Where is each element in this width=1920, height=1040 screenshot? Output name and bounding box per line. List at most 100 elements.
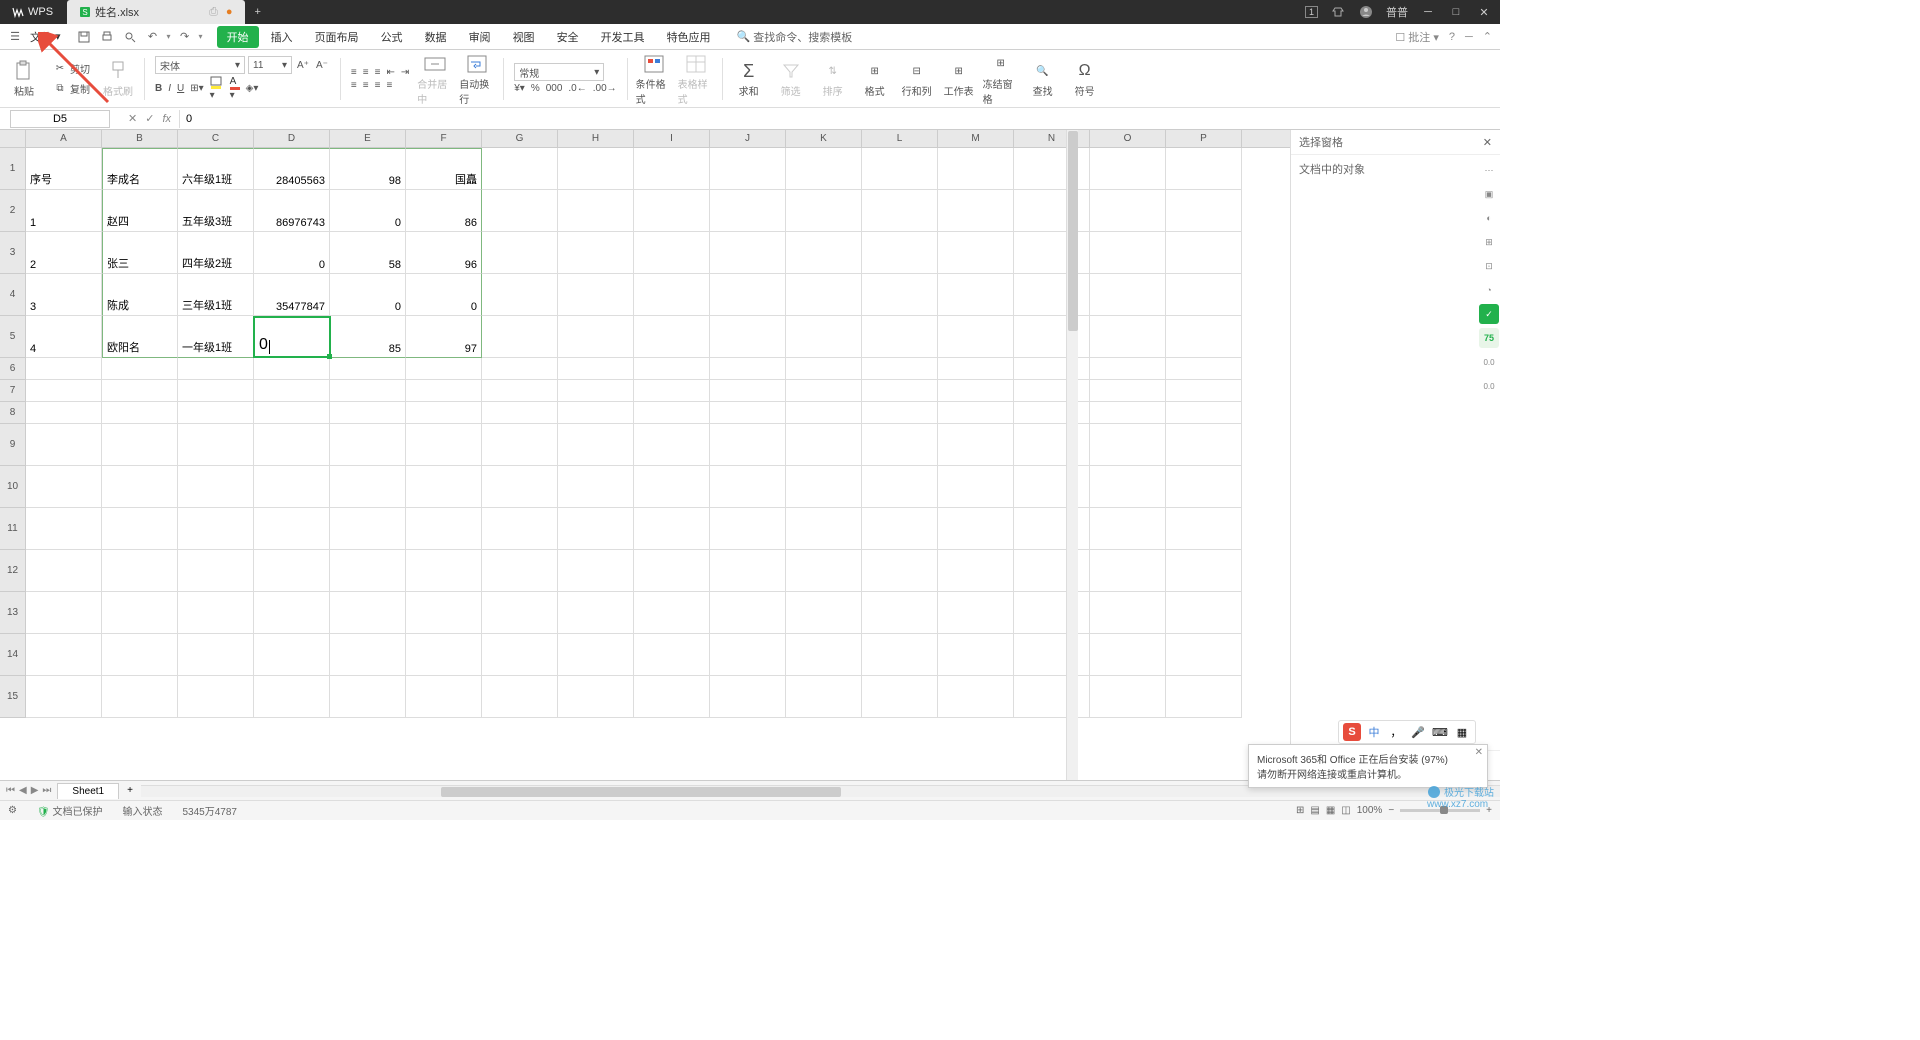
cell[interactable]: 张三 [102, 232, 178, 274]
align-right-button[interactable]: ≡ [375, 80, 381, 91]
italic-button[interactable]: I [168, 83, 171, 94]
freeze-button[interactable]: ⊞冻结窗格 [983, 52, 1019, 106]
cell[interactable] [710, 274, 786, 316]
cell[interactable] [558, 190, 634, 232]
cell[interactable] [1014, 148, 1090, 190]
cell[interactable] [26, 358, 102, 380]
ime-mic-icon[interactable]: 🎤 [1409, 723, 1427, 741]
cell[interactable]: 4 [26, 316, 102, 358]
minimize-button[interactable]: ─ [1420, 4, 1436, 20]
cell[interactable]: 欧阳名 [102, 316, 178, 358]
worksheet-button[interactable]: ⊞工作表 [941, 59, 977, 98]
cell[interactable] [634, 316, 710, 358]
format-button[interactable]: ⊞格式 [857, 59, 893, 98]
col-header[interactable]: H [558, 130, 634, 147]
cell[interactable] [938, 274, 1014, 316]
spreadsheet-grid[interactable]: A B C D E F G H I J K L M N O P 1 2 3 4 … [0, 130, 1290, 780]
cell[interactable]: 0 [406, 274, 482, 316]
auto-wrap-button[interactable]: 自动换行 [459, 52, 495, 106]
cell[interactable] [786, 316, 862, 358]
col-header[interactable]: I [634, 130, 710, 147]
tab-pin-icon[interactable]: ⎙ [209, 6, 218, 19]
row-header[interactable]: 3 [0, 232, 26, 274]
cell[interactable] [482, 316, 558, 358]
scrollbar-thumb[interactable] [1068, 131, 1078, 331]
settings-icon[interactable]: ⚙ [8, 805, 17, 816]
col-header[interactable]: D [254, 130, 330, 147]
hamburger-icon[interactable]: ☰ [6, 28, 24, 46]
tab-dev[interactable]: 开发工具 [591, 26, 655, 48]
percent-button[interactable]: % [531, 83, 540, 94]
align-left-button[interactable]: ≡ [351, 80, 357, 91]
fill-color-button[interactable]: ▾ [210, 76, 224, 101]
cell[interactable] [710, 232, 786, 274]
cell[interactable] [1014, 316, 1090, 358]
row-header[interactable]: 14 [0, 634, 26, 676]
row-header[interactable]: 6 [0, 358, 26, 380]
side-icon[interactable]: ⋯ [1479, 160, 1499, 180]
side-icon[interactable]: ▣ [1479, 184, 1499, 204]
cell[interactable] [862, 316, 938, 358]
col-header[interactable]: E [330, 130, 406, 147]
cell[interactable] [1166, 316, 1242, 358]
cell[interactable] [862, 274, 938, 316]
col-header[interactable]: G [482, 130, 558, 147]
row-col-button[interactable]: ⊟行和列 [899, 59, 935, 98]
note-button[interactable]: ☐ 批注 ▾ [1395, 29, 1439, 45]
row-header[interactable]: 15 [0, 676, 26, 718]
sheet-nav-prev-icon[interactable]: ◀ [19, 785, 27, 796]
help-icon[interactable]: ? [1449, 31, 1455, 43]
cell[interactable] [1166, 148, 1242, 190]
align-justify-button[interactable]: ≡ [386, 80, 392, 91]
decrease-font-button[interactable]: A⁻ [314, 56, 330, 74]
cell[interactable] [938, 148, 1014, 190]
row-header[interactable]: 10 [0, 466, 26, 508]
cell-active[interactable] [254, 316, 330, 358]
cell[interactable]: 陈成 [102, 274, 178, 316]
ime-panel-icon[interactable]: ▦ [1453, 723, 1471, 741]
vertical-scrollbar[interactable] [1066, 130, 1078, 780]
user-name[interactable]: 普普 [1386, 4, 1408, 20]
tab-special[interactable]: 特色应用 [657, 26, 721, 48]
tab-data[interactable]: 数据 [415, 26, 457, 48]
cell[interactable]: 国矗 [406, 148, 482, 190]
file-tab[interactable]: S 姓名.xlsx ⎙ ● [67, 0, 244, 24]
panel-close-icon[interactable]: ✕ [1483, 136, 1492, 149]
row-header[interactable]: 11 [0, 508, 26, 550]
cell[interactable] [482, 232, 558, 274]
zoom-level[interactable]: 100% [1357, 805, 1383, 816]
name-box[interactable]: D5 [10, 110, 110, 128]
cell[interactable] [558, 316, 634, 358]
add-tab-button[interactable]: + [245, 6, 271, 18]
cell[interactable]: 96 [406, 232, 482, 274]
confirm-edit-icon[interactable]: ✓ [145, 112, 154, 125]
align-bottom-button[interactable]: ≡ [375, 67, 381, 78]
cell[interactable]: 五年级3班 [178, 190, 254, 232]
row-header[interactable]: 5 [0, 316, 26, 358]
col-header[interactable]: M [938, 130, 1014, 147]
row-header[interactable]: 2 [0, 190, 26, 232]
formula-input[interactable] [179, 110, 1500, 128]
zoom-out-button[interactable]: − [1388, 805, 1394, 816]
cell[interactable]: 赵四 [102, 190, 178, 232]
symbol-button[interactable]: Ω符号 [1067, 59, 1103, 98]
cell[interactable]: 李成名 [102, 148, 178, 190]
cell[interactable] [710, 148, 786, 190]
doc-protected[interactable]: 🛡 文档已保护 [37, 803, 102, 818]
indent-increase-button[interactable]: ⇥ [401, 67, 409, 78]
sheet-nav-last-icon[interactable]: ⏭ [42, 785, 51, 796]
cell[interactable]: 序号 [26, 148, 102, 190]
cut-button[interactable]: ✂剪切 [50, 60, 92, 78]
align-center-button[interactable]: ≡ [363, 80, 369, 91]
cancel-edit-icon[interactable]: ✕ [128, 112, 137, 125]
cell[interactable]: 0 [254, 232, 330, 274]
notification-close-icon[interactable]: ✕ [1475, 747, 1483, 758]
cell[interactable]: 1 [26, 190, 102, 232]
border-button[interactable]: ⊞▾ [190, 83, 203, 94]
cell[interactable]: 一年级1班 [178, 316, 254, 358]
font-color-button[interactable]: A▾ [230, 76, 240, 101]
currency-button[interactable]: ¥▾ [514, 83, 525, 94]
col-header[interactable]: L [862, 130, 938, 147]
font-name-select[interactable]: 宋体▾ [155, 56, 245, 74]
cell[interactable]: 3 [26, 274, 102, 316]
